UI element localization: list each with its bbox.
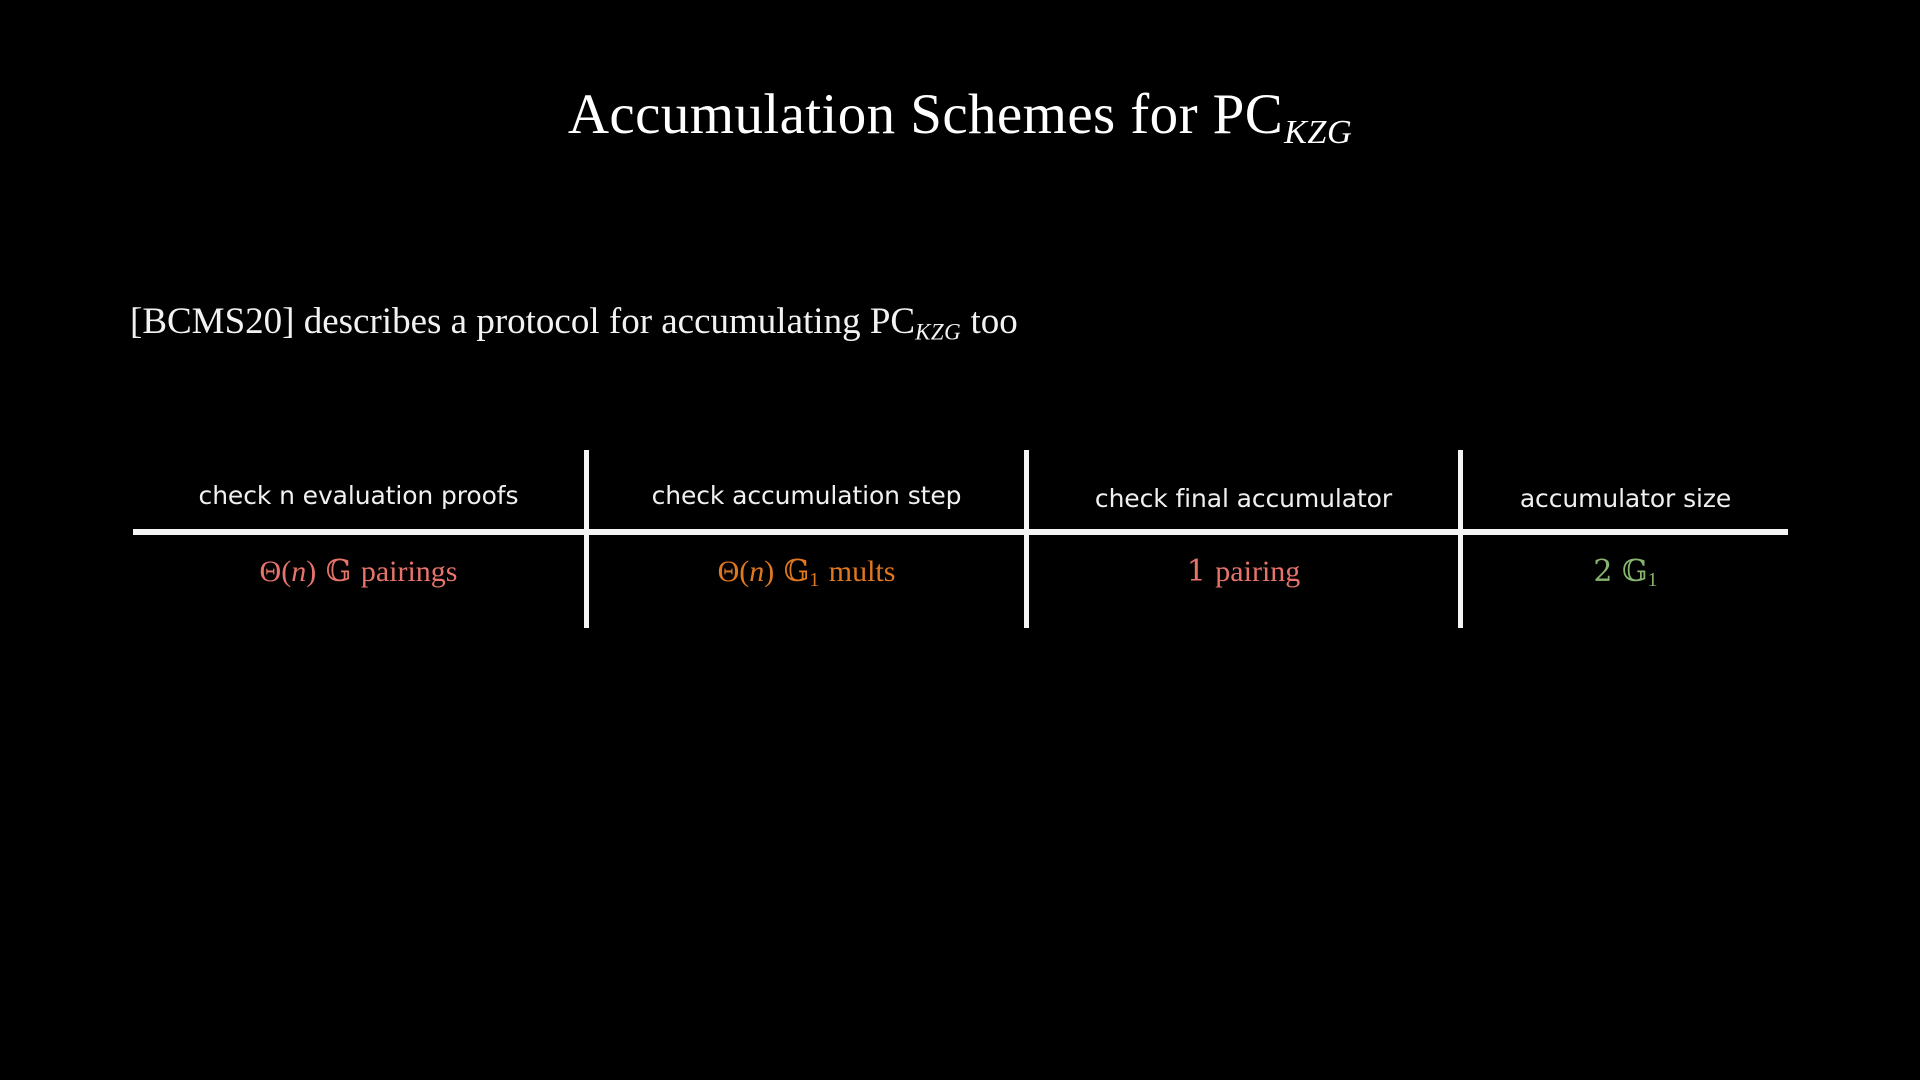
column-header-2: check accumulation step [651,481,962,510]
column-value-2: Θ(n) 𝔾1 mults [589,553,1024,593]
value-subscript-4: 1 [1647,569,1658,592]
column-header-1: check n evaluation proofs [198,481,519,510]
value-close-1: ) [306,555,317,588]
value-group-3: 1 [1186,554,1206,589]
value-unit-3: pairing [1215,555,1301,588]
table-column-4: accumulator size 2 𝔾1 [1463,448,1788,630]
body-text-subscript: KZG [915,319,962,345]
slide-title-main: Accumulation Schemes for PC [567,83,1284,146]
value-theta-2: Θ( [717,555,750,588]
value-n-1: n [291,555,307,588]
table-column-2: check accumulation step Θ(n) 𝔾1 mults [589,448,1024,630]
value-theta-1: Θ( [259,555,292,588]
table-column-3: check final accumulator 1 pairing [1029,448,1458,630]
slide-canvas: Accumulation Schemes for PCKZG [BCMS20] … [0,0,1920,1080]
column-value-1: Θ(n) 𝔾 pairings [133,553,584,593]
slide-title: Accumulation Schemes for PCKZG [0,83,1920,152]
comparison-table: check n evaluation proofs Θ(n) 𝔾 pairing… [133,448,1788,630]
value-unit-1: pairings [360,555,458,588]
body-paragraph: [BCMS20] describes a protocol for accumu… [130,300,1018,346]
table-column-1: check n evaluation proofs Θ(n) 𝔾 pairing… [133,448,584,630]
value-unit-2: mults [828,555,896,588]
value-group-1: 𝔾 [325,554,352,589]
column-value-3: 1 pairing [1029,553,1458,591]
slide-title-subscript: KZG [1284,114,1353,152]
value-subscript-2: 1 [809,569,820,592]
body-text-before: [BCMS20] describes a protocol for accumu… [130,301,916,342]
value-close-2: ) [764,555,775,588]
value-n-2: n [749,555,765,588]
body-text-after: too [961,301,1018,342]
column-header-4: accumulator size [1519,484,1732,513]
column-value-4: 2 𝔾1 [1463,553,1788,593]
column-header-3: check final accumulator [1094,484,1393,513]
value-group-4: 2 𝔾 [1593,554,1648,589]
value-group-2: 𝔾 [783,554,810,589]
